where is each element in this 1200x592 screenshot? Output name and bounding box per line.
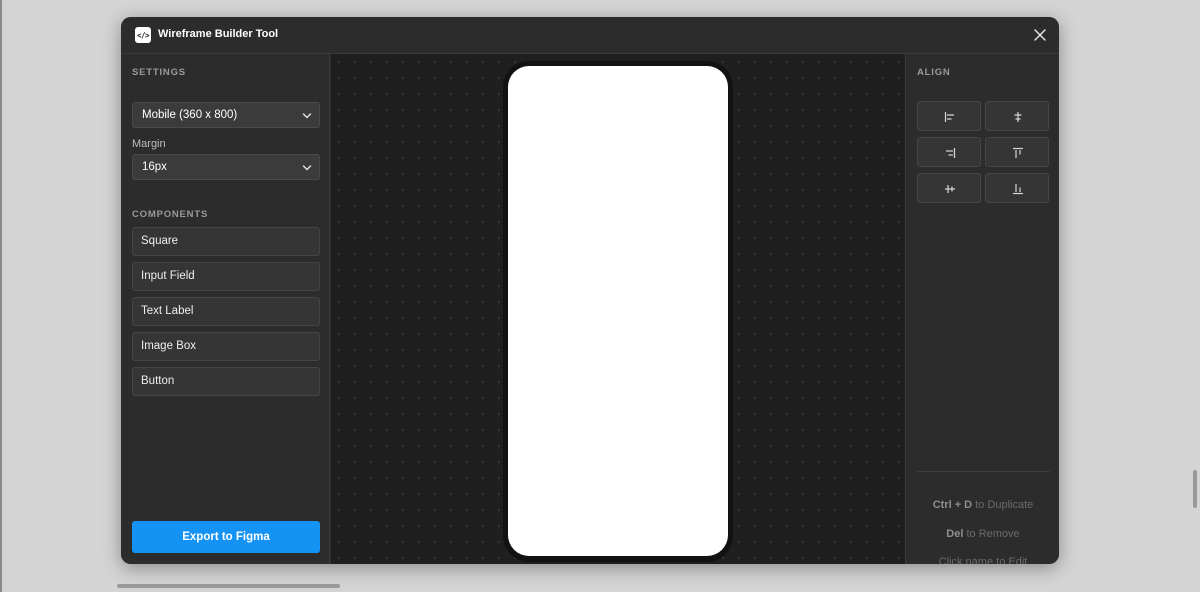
- component-text-label-button[interactable]: Text Label: [132, 297, 320, 326]
- margin-label: Margin: [132, 138, 166, 150]
- close-button[interactable]: [1031, 26, 1049, 44]
- right-sidebar: ALIGN Ctrl + D to Duplicate Del to Remov…: [905, 54, 1059, 564]
- align-section-label: ALIGN: [917, 67, 951, 78]
- settings-section-label: SETTINGS: [132, 67, 186, 78]
- left-sidebar: SETTINGS Mobile (360 x 800) Margin 16px …: [121, 54, 330, 564]
- align-left-button[interactable]: [917, 101, 981, 131]
- align-top-button[interactable]: [985, 137, 1049, 167]
- chevron-down-icon: [302, 113, 312, 119]
- horizontal-scrollbar[interactable]: [117, 584, 340, 588]
- code-icon: </>: [135, 27, 151, 43]
- export-to-figma-button[interactable]: Export to Figma: [132, 521, 320, 553]
- edit-hint: Click name to Edit: [938, 556, 1028, 564]
- canvas-area[interactable]: [331, 54, 905, 564]
- remove-hint: Del to Remove: [906, 528, 1059, 540]
- device-select-value: Mobile (360 x 800): [142, 109, 238, 121]
- title-bar: </> Wireframe Builder Tool: [121, 17, 1059, 54]
- window-title: Wireframe Builder Tool: [158, 28, 279, 40]
- app-window: </> Wireframe Builder Tool SETTINGS Mobi…: [121, 17, 1059, 564]
- component-square-button[interactable]: Square: [132, 227, 320, 256]
- component-image-box-button[interactable]: Image Box: [132, 332, 320, 361]
- chevron-down-icon: [302, 165, 312, 171]
- align-top-icon: [1013, 147, 1023, 158]
- align-right-icon: [946, 148, 956, 158]
- device-select[interactable]: Mobile (360 x 800): [132, 102, 320, 128]
- close-icon: [1034, 29, 1046, 41]
- align-right-button[interactable]: [917, 137, 981, 167]
- device-screen[interactable]: [508, 66, 728, 556]
- component-input-field-button[interactable]: Input Field: [132, 262, 320, 291]
- device-frame: [503, 61, 733, 562]
- margin-select[interactable]: 16px: [132, 154, 320, 180]
- align-vertical-center-button[interactable]: [917, 173, 981, 203]
- components-section-label: COMPONENTS: [132, 209, 209, 220]
- duplicate-hint: Ctrl + D to Duplicate: [906, 499, 1059, 511]
- page-left-edge: [0, 0, 2, 592]
- hints-divider: [917, 471, 1050, 472]
- align-vertical-center-icon: [945, 185, 955, 193]
- align-horizontal-center-button[interactable]: [985, 101, 1049, 131]
- align-horizontal-center-icon: [1014, 112, 1022, 122]
- vertical-scrollbar[interactable]: [1193, 470, 1197, 508]
- align-left-icon: [944, 112, 954, 122]
- remove-shortcut: Del: [946, 528, 964, 540]
- align-bottom-button[interactable]: [985, 173, 1049, 203]
- margin-select-value: 16px: [142, 161, 167, 173]
- duplicate-hint-text: to Duplicate: [975, 499, 1034, 511]
- component-button-button[interactable]: Button: [132, 367, 320, 396]
- duplicate-shortcut: Ctrl + D: [932, 499, 973, 511]
- remove-hint-text: to Remove: [966, 528, 1020, 540]
- align-bottom-icon: [1013, 184, 1023, 195]
